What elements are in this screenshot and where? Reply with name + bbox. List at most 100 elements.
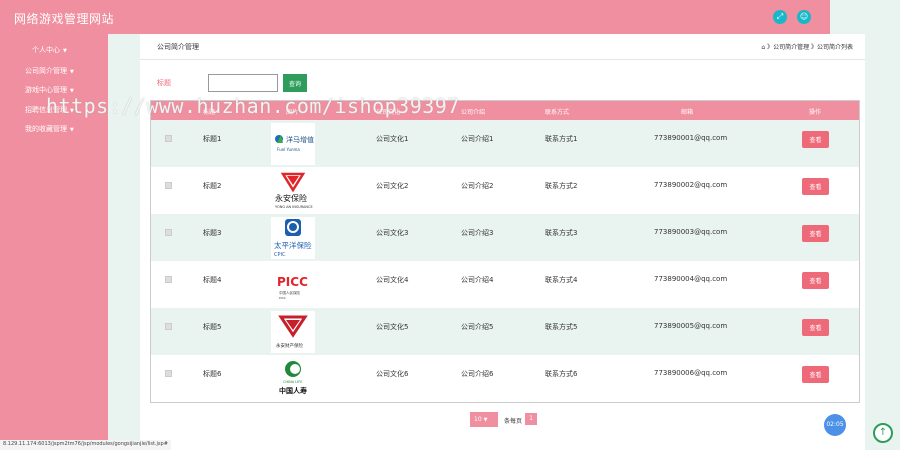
status-bar-url: 8.129.11.174:6013/jspm2tm76/jsp/modules/…	[0, 440, 171, 450]
svg-text:CPIC: CPIC	[274, 252, 286, 258]
logo-caption: 中国人寿	[279, 386, 307, 395]
row-culture: 公司文化2	[376, 182, 409, 190]
row-checkbox[interactable]	[165, 370, 172, 377]
view-button[interactable]: 查看	[802, 225, 829, 242]
company-logo: PICC 中国人民保险 PICC	[271, 264, 315, 306]
svg-text:PICC: PICC	[279, 296, 286, 300]
header-action: 操作	[809, 109, 822, 116]
row-intro: 公司介绍6	[461, 370, 494, 378]
row-checkbox[interactable]	[165, 135, 172, 142]
timer-badge: 02:05	[824, 414, 846, 436]
panel-header: 公司简介管理 ⌂ 》公司简介管理 》公司简介列表	[140, 34, 865, 60]
data-table: 标题 图片 公司文化 公司介绍 联系方式 邮箱 操作 标题1 洋马增值 Fuel…	[150, 100, 860, 403]
row-intro: 公司介绍4	[461, 276, 494, 284]
search-label: 标题	[157, 79, 171, 87]
chevron-down-icon: ▼	[70, 127, 74, 133]
user-icon[interactable]: ☺	[797, 10, 811, 24]
row-title: 标题5	[203, 323, 222, 331]
search-button[interactable]: 查询	[283, 74, 307, 92]
back-to-top-icon[interactable]: ↑	[873, 423, 893, 443]
page-title: 公司简介管理	[157, 43, 199, 51]
row-checkbox[interactable]	[165, 229, 172, 236]
page-size-label: 条每页	[504, 418, 523, 425]
table-row: 标题6 CHINA LIFE 中国人寿 公司文化6 公司介绍6 联系方式6 77…	[151, 355, 859, 402]
company-logo: CHINA LIFE 中国人寿	[271, 358, 315, 400]
watermark: https://www.huzhan.com/ishop39397	[46, 94, 460, 118]
row-email: 773890004@qq.com	[654, 275, 728, 283]
table-row: 标题4 PICC 中国人民保险 PICC 公司文化4 公司介绍4 联系方式4 7…	[151, 261, 859, 308]
row-email: 773890005@qq.com	[654, 322, 728, 330]
sidebar-item-company[interactable]: 公司简介管理 ▼	[25, 66, 74, 76]
site-title: 网络游戏管理网站	[14, 12, 115, 26]
svg-text:洋马增值: 洋马增值	[286, 135, 314, 144]
chevron-down-icon: ▼	[483, 417, 488, 423]
home-icon[interactable]: ⌂	[761, 44, 765, 51]
row-email: 773890006@qq.com	[654, 369, 728, 377]
sidebar-item-profile[interactable]: 个人中心 ▼	[32, 45, 67, 55]
row-culture: 公司文化1	[376, 135, 409, 143]
table-row: 标题1 洋马增值 Fuel Yunma 公司文化1 公司介绍1 联系方式1 77…	[151, 120, 859, 167]
row-intro: 公司介绍1	[461, 135, 494, 143]
view-button[interactable]: 查看	[802, 366, 829, 383]
page-size-select[interactable]: 10 ▼	[470, 412, 498, 427]
sidebar-item-label: 游戏中心管理	[25, 86, 67, 94]
row-contact: 联系方式1	[545, 135, 578, 143]
row-contact: 联系方式5	[545, 323, 578, 331]
table-row: 标题5 永安财产保险 公司文化5 公司介绍5 联系方式5 773890005@q…	[151, 308, 859, 355]
row-culture: 公司文化5	[376, 323, 409, 331]
row-intro: 公司介绍3	[461, 229, 494, 237]
sidebar-item-favorites[interactable]: 我的收藏管理 ▼	[25, 124, 74, 134]
expand-icon[interactable]: ⤢	[773, 10, 787, 24]
page-number-button[interactable]: 1	[525, 413, 537, 425]
svg-text:中国人民保险: 中国人民保险	[279, 290, 300, 295]
row-title: 标题3	[203, 229, 222, 237]
view-button[interactable]: 查看	[802, 178, 829, 195]
company-logo: 洋马增值 Fuel Yunma	[271, 123, 315, 165]
row-culture: 公司文化6	[376, 370, 409, 378]
row-contact: 联系方式2	[545, 182, 578, 190]
row-intro: 公司介绍2	[461, 182, 494, 190]
header-contact: 联系方式	[545, 109, 570, 116]
svg-text:CHINA LIFE: CHINA LIFE	[283, 380, 302, 384]
search-input[interactable]	[208, 74, 278, 92]
row-email: 773890003@qq.com	[654, 228, 728, 236]
sidebar-item-label: 我的收藏管理	[25, 125, 67, 133]
row-intro: 公司介绍5	[461, 323, 494, 331]
sidebar-item-label: 公司简介管理	[25, 67, 67, 75]
logo-caption: PICC	[277, 275, 308, 289]
chevron-down-icon: ▼	[70, 69, 74, 75]
company-logo: 永安保险 YONG AN INSURANCE	[271, 170, 315, 212]
row-contact: 联系方式3	[545, 229, 578, 237]
row-checkbox[interactable]	[165, 276, 172, 283]
row-contact: 联系方式4	[545, 276, 578, 284]
view-button[interactable]: 查看	[802, 272, 829, 289]
row-title: 标题4	[203, 276, 222, 284]
row-checkbox[interactable]	[165, 323, 172, 330]
logo-caption: 永安保险	[275, 193, 307, 203]
breadcrumb: ⌂ 》公司简介管理 》公司简介列表	[761, 44, 853, 51]
table-row: 标题2 永安保险 YONG AN INSURANCE 公司文化2 公司介绍2 联…	[151, 167, 859, 214]
row-checkbox[interactable]	[165, 182, 172, 189]
logo-caption: Fuel Yunma	[277, 147, 300, 152]
top-bar: 网络游戏管理网站 ⤢ ☺	[0, 0, 830, 34]
chevron-down-icon: ▼	[63, 48, 67, 54]
row-title: 标题6	[203, 370, 222, 378]
view-button[interactable]: 查看	[802, 319, 829, 336]
row-culture: 公司文化3	[376, 229, 409, 237]
header-intro: 公司介绍	[461, 109, 486, 116]
row-culture: 公司文化4	[376, 276, 409, 284]
page-size-value: 10	[474, 416, 482, 423]
sidebar-item-label: 个人中心	[32, 46, 60, 54]
logo-caption: 太平洋保险	[274, 240, 312, 250]
row-title: 标题1	[203, 135, 222, 143]
company-logo: 永安财产保险	[271, 311, 315, 353]
table-row: 标题3 太平洋保险 CPIC 公司文化3 公司介绍3 联系方式3 7738900…	[151, 214, 859, 261]
company-logo: 太平洋保险 CPIC	[271, 217, 315, 259]
header-email: 邮箱	[681, 109, 694, 116]
svg-text:YONG AN INSURANCE: YONG AN INSURANCE	[275, 205, 313, 209]
row-email: 773890002@qq.com	[654, 181, 728, 189]
row-title: 标题2	[203, 182, 222, 190]
logo-caption: 永安财产保险	[276, 342, 303, 349]
breadcrumb-text[interactable]: 公司简介管理 》公司简介列表	[773, 44, 853, 51]
view-button[interactable]: 查看	[802, 131, 829, 148]
